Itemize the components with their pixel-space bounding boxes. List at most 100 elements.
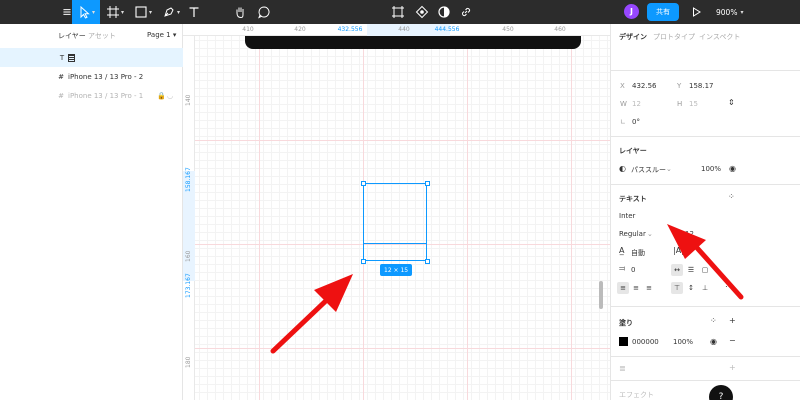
- fill-color-swatch[interactable]: [619, 337, 628, 346]
- layer-section-title: レイヤー: [619, 147, 647, 155]
- move-tool-icon: [80, 5, 90, 19]
- more-options-icon[interactable]: ⋯: [725, 282, 733, 291]
- visibility-eye-icon[interactable]: ◉: [710, 337, 717, 346]
- tab-prototype[interactable]: プロトタイプ: [653, 32, 695, 42]
- y-label: Y: [677, 82, 682, 90]
- align-left-icon[interactable]: ≡: [617, 282, 629, 294]
- add-stroke-icon[interactable]: +: [729, 363, 736, 372]
- pen-tool-icon: [164, 7, 174, 17]
- line-height-input[interactable]: 自動: [631, 248, 645, 258]
- x-label: X: [620, 82, 625, 90]
- chevron-down-icon: ⌄: [647, 230, 653, 238]
- w-label: W: [620, 100, 627, 108]
- font-weight-select[interactable]: Regular: [619, 230, 646, 238]
- constrain-proportions-icon[interactable]: ⇕: [728, 98, 735, 107]
- divider: [611, 356, 800, 357]
- fill-styles-icon[interactable]: ⁘: [710, 316, 717, 325]
- page-label: Page 1: [147, 31, 171, 39]
- rotation-input[interactable]: 0°: [632, 118, 640, 126]
- auto-height-icon[interactable]: ☰: [685, 264, 697, 276]
- layer-thumbnail: [68, 53, 75, 62]
- blend-mode-select[interactable]: パススルー: [631, 165, 666, 175]
- layer-label: iPhone 13 / 13 Pro - 1: [68, 91, 144, 100]
- hidden-eye-icon[interactable]: ◡: [167, 92, 173, 100]
- divider: [611, 136, 800, 137]
- play-icon[interactable]: [688, 0, 704, 24]
- fill-hex-input[interactable]: 000000: [632, 338, 659, 346]
- layers-panel-tabs: レイヤー アセット Page 1 ▾: [0, 24, 183, 48]
- user-avatar[interactable]: J: [624, 4, 639, 19]
- tab-layers[interactable]: レイヤー: [58, 31, 86, 41]
- zoom-control[interactable]: 900% ▾: [716, 0, 743, 24]
- menu-icon[interactable]: [62, 0, 72, 24]
- divider: [611, 70, 800, 71]
- vertical-scrollbar[interactable]: [599, 281, 603, 309]
- hand-tool-icon[interactable]: [232, 0, 248, 24]
- rectangle-tool-button[interactable]: ▾: [132, 0, 154, 24]
- contrast-icon[interactable]: [436, 0, 452, 24]
- share-button[interactable]: 共有: [647, 3, 679, 21]
- frame-icon: #: [58, 91, 64, 100]
- align-top-icon[interactable]: ⊤: [671, 282, 683, 294]
- stroke-section-icon: ≣: [619, 364, 626, 373]
- letter-spacing-icon: |A|: [673, 246, 684, 255]
- align-right-icon[interactable]: ≡: [643, 282, 655, 294]
- fixed-size-icon[interactable]: ▢: [699, 264, 711, 276]
- h-label: H: [677, 100, 683, 108]
- text-tool-icon[interactable]: [186, 0, 202, 24]
- rotation-icon: ∟: [620, 118, 626, 126]
- chevron-down-icon: ⌄: [666, 165, 672, 173]
- divider: [611, 380, 800, 381]
- layer-label: iPhone 13 / 13 Pro - 2: [68, 72, 144, 81]
- pen-tool-button[interactable]: ▾: [160, 0, 182, 24]
- zoom-label: 900%: [716, 7, 738, 17]
- visibility-eye-icon[interactable]: ◉: [729, 164, 736, 173]
- move-tool-button[interactable]: ▾: [72, 0, 100, 24]
- tab-assets[interactable]: アセット: [88, 31, 116, 41]
- remove-fill-icon[interactable]: −: [729, 336, 736, 345]
- top-toolbar: ▾ ▾ ▾ ▾ J 共有 900% ▾: [0, 0, 800, 24]
- rectangle-tool-icon: [135, 6, 147, 18]
- paragraph-spacing-input[interactable]: 0: [631, 266, 635, 274]
- link-icon[interactable]: [458, 0, 474, 24]
- effects-section-title: エフェクト: [619, 391, 654, 399]
- component-icon[interactable]: [390, 0, 406, 24]
- frame-tool-button[interactable]: ▾: [104, 0, 126, 24]
- font-size-input[interactable]: 12: [685, 230, 694, 238]
- align-bottom-icon[interactable]: ⊥: [699, 282, 711, 294]
- page-selector[interactable]: Page 1 ▾: [147, 31, 176, 39]
- auto-width-icon[interactable]: ↔: [671, 264, 683, 276]
- blend-mode-icon: ◐: [619, 164, 626, 173]
- frame-tool-icon: [106, 6, 119, 18]
- boolean-icon[interactable]: [414, 0, 430, 24]
- tab-inspect[interactable]: インスペクト: [699, 32, 740, 42]
- fill-section-title: 塗り: [619, 319, 633, 327]
- comment-icon[interactable]: [256, 0, 272, 24]
- align-middle-icon[interactable]: ↕: [685, 282, 697, 294]
- align-center-icon[interactable]: ≡: [630, 282, 642, 294]
- frame-icon: #: [58, 72, 64, 81]
- text-section-title: テキスト: [619, 195, 647, 203]
- chevron-down-icon: ▾: [740, 8, 744, 16]
- line-height-icon: A̲: [619, 246, 625, 255]
- text-layer-icon: Τ: [59, 53, 65, 62]
- add-fill-icon[interactable]: +: [729, 316, 736, 325]
- x-input[interactable]: 432.56: [632, 82, 657, 90]
- fill-opacity-input[interactable]: 100%: [673, 338, 693, 346]
- w-input[interactable]: 12: [632, 100, 641, 108]
- paragraph-spacing-icon: ⫤: [619, 264, 626, 273]
- y-input[interactable]: 158.17: [689, 82, 714, 90]
- font-family-select[interactable]: Inter: [619, 212, 635, 220]
- lock-icon[interactable]: 🔒: [157, 92, 166, 100]
- canvas[interactable]: 410 420 432.556 440 444.556 450 460 140 …: [183, 24, 610, 400]
- layer-row-frame-2[interactable]: # iPhone 13 / 13 Pro - 2: [0, 67, 183, 86]
- layer-opacity-input[interactable]: 100%: [701, 165, 721, 173]
- tab-design[interactable]: デザイン: [619, 32, 647, 42]
- layer-row-selected[interactable]: Τ: [0, 48, 183, 67]
- layer-row-frame-1[interactable]: # iPhone 13 / 13 Pro - 1 🔒 ◡: [0, 86, 183, 105]
- h-input[interactable]: 15: [689, 100, 698, 108]
- text-styles-icon[interactable]: ⁘: [728, 192, 735, 201]
- design-panel: デザイン プロトタイプ インスペクト X 432.56 Y 158.17 W 1…: [610, 24, 800, 400]
- layers-panel: レイヤー アセット Page 1 ▾ Τ # iPhone 13 / 13 Pr…: [0, 24, 183, 400]
- annotation-arrow-overlay: [270, 274, 353, 354]
